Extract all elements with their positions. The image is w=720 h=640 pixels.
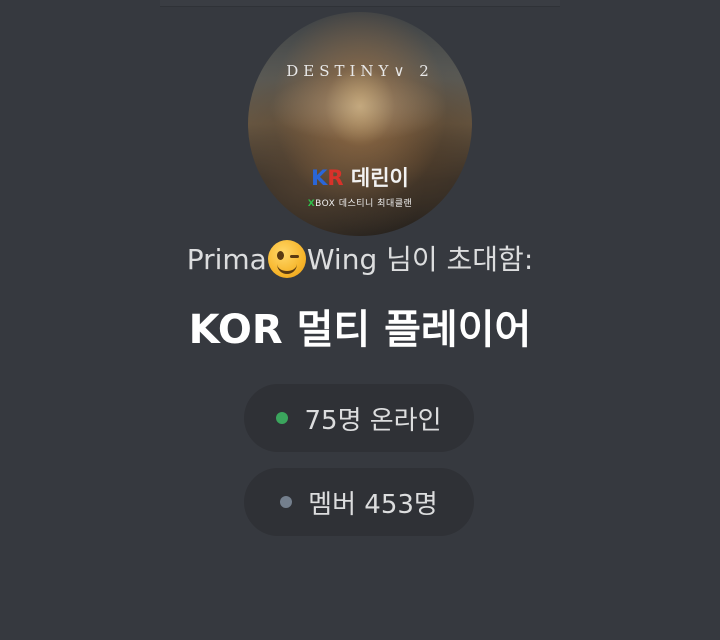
emoji-mouth: [276, 262, 297, 274]
server-icon[interactable]: DESTINY∨ 2 KR 데린이 XBOX 데스티니 최대클랜: [248, 12, 472, 236]
member-count-label: 멤버 453명: [308, 489, 438, 520]
emoji-eye-right: [289, 255, 299, 258]
destiny-logo-text: DESTINY∨ 2: [286, 62, 434, 80]
clan-name-rest: 데린이: [343, 166, 409, 190]
inviter-name-part2: Wing: [306, 243, 378, 276]
inviter-line: Prima Wing 님이 초대함:: [0, 240, 720, 280]
clan-name-k: K: [311, 166, 328, 190]
members-dot-icon: [280, 496, 293, 508]
inviter-name-part1: Prima: [186, 243, 267, 276]
emoji-eye-left: [276, 251, 284, 260]
server-icon-fog: [268, 72, 448, 142]
server-name: KOR 멀티 플레이어: [188, 307, 532, 353]
online-dot-icon: [276, 412, 289, 424]
top-strip: [160, 0, 560, 7]
online-count-label: 75명 온라인: [304, 405, 442, 436]
clan-subtitle-text: XBOX 데스티니 최대클랜: [248, 196, 472, 209]
online-count-pill: 75명 온라인: [244, 384, 474, 452]
member-count-pill: 멤버 453명: [244, 468, 474, 536]
winking-face-icon: [267, 240, 306, 278]
clan-name-text: KR 데린이: [248, 162, 472, 192]
clan-name-r: R: [327, 166, 344, 190]
clan-subtitle-rest: BOX 데스티니 최대클랜: [315, 199, 413, 209]
invite-suffix: 님이 초대함:: [377, 243, 534, 276]
